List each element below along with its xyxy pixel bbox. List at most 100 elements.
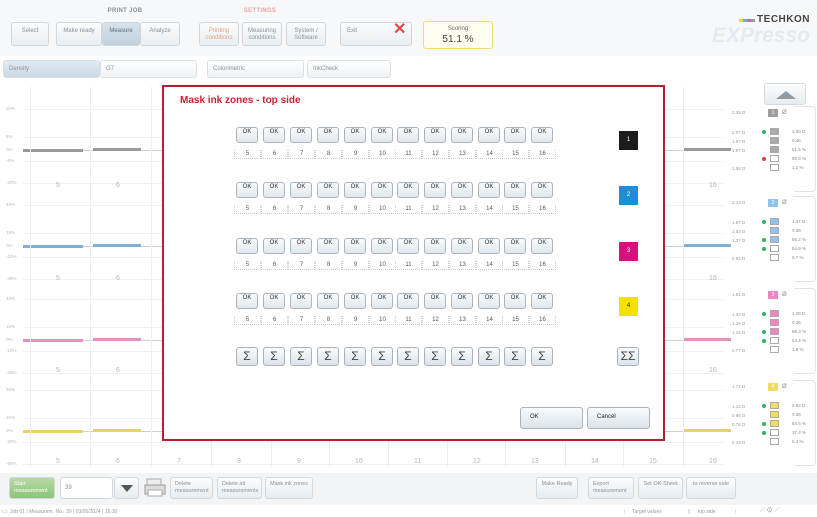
tab-printing-conditions[interactable]: Printing conditions	[199, 22, 239, 46]
zone-ok-button[interactable]: OK	[397, 182, 419, 198]
zone-sum-button[interactable]: Σ	[424, 347, 446, 366]
zone-ok-button[interactable]: OK	[451, 127, 473, 143]
tab-measure[interactable]: Measure	[102, 22, 140, 46]
zone-ok-button[interactable]: OK	[263, 238, 285, 254]
zone-ok-button[interactable]: OK	[236, 127, 258, 143]
zone-ok-button[interactable]: OK	[397, 238, 419, 254]
start-measurement-button[interactable]: Start measurement	[9, 477, 55, 499]
subtab-colorimetric[interactable]: Colorimetric	[207, 60, 304, 78]
cancel-button[interactable]: Cancel	[587, 407, 650, 429]
zone-divider	[30, 87, 31, 467]
make-ready-button[interactable]: Make Ready	[536, 477, 578, 499]
zone-ok-button[interactable]: OK	[371, 127, 393, 143]
measurement-count-field[interactable]: 39	[60, 477, 113, 499]
zone-ok-button[interactable]: OK	[290, 293, 312, 309]
zone-sum-button[interactable]: Σ	[236, 347, 258, 366]
zone-ok-button[interactable]: OK	[236, 293, 258, 309]
subtab-g7[interactable]: G7	[100, 60, 197, 78]
zone-ok-button[interactable]: OK	[317, 127, 339, 143]
export-measurement-button[interactable]: Export measurement	[588, 477, 634, 499]
tab-analyze[interactable]: Analyze	[140, 22, 180, 46]
zone-sum-button[interactable]: Σ	[504, 347, 526, 366]
zone-ok-button[interactable]: OK	[236, 238, 258, 254]
zone-label: 11	[414, 458, 422, 465]
subtab-density[interactable]: Density	[3, 60, 100, 78]
zone-ok-button[interactable]: OK	[344, 293, 366, 309]
zone-ok-button[interactable]: OK	[531, 182, 553, 198]
tab-system-software[interactable]: System / Software	[286, 22, 326, 46]
zone-sum-button[interactable]: Σ	[397, 347, 419, 366]
zone-ok-button[interactable]: OK	[504, 182, 526, 198]
exit-button[interactable]: Exit ✕	[340, 22, 412, 46]
zone-ok-button[interactable]: OK	[317, 182, 339, 198]
zone-ok-button[interactable]: OK	[424, 127, 446, 143]
zone-ok-button[interactable]: OK	[263, 293, 285, 309]
zone-ok-button[interactable]: OK	[263, 182, 285, 198]
zone-number: 9	[342, 205, 369, 214]
zone-ok-button[interactable]: OK	[531, 238, 553, 254]
techkon-logo: TECHKON EXPresso	[712, 14, 810, 52]
mask-ink-zones-button[interactable]: Mask ink zones	[265, 477, 313, 499]
zone-ok-button[interactable]: OK	[451, 238, 473, 254]
zone-ok-button[interactable]: OK	[371, 182, 393, 198]
tab-make-ready[interactable]: Make ready	[56, 22, 102, 46]
zone-ok-button[interactable]: OK	[424, 293, 446, 309]
color-swatch	[770, 328, 779, 335]
zone-ok-button[interactable]: OK	[344, 182, 366, 198]
zone-ok-button[interactable]: OK	[397, 293, 419, 309]
zone-ok-button[interactable]: OK	[371, 238, 393, 254]
tab-select[interactable]: Select	[11, 22, 49, 46]
zone-ok-button[interactable]: OK	[504, 238, 526, 254]
zone-sum-button[interactable]: Σ	[317, 347, 339, 366]
count-dropdown-button[interactable]	[114, 477, 139, 499]
metric-value: 0.39	[792, 228, 801, 233]
scroll-up-button[interactable]	[764, 83, 806, 105]
tab-measuring-conditions[interactable]: Measuring conditions	[242, 22, 282, 46]
zone-sum-button[interactable]: Σ	[478, 347, 500, 366]
zone-sum-button[interactable]: Σ	[263, 347, 285, 366]
zone-number: 16	[529, 205, 556, 214]
zone-ok-button[interactable]: OK	[478, 238, 500, 254]
zone-ok-button[interactable]: OK	[344, 238, 366, 254]
delete-measurement-button[interactable]: Delete measurement	[170, 477, 213, 499]
average-symbol: Ø	[782, 110, 787, 116]
zone-sum-button[interactable]: Σ	[371, 347, 393, 366]
zone-ok-button[interactable]: OK	[263, 127, 285, 143]
color-swatch	[770, 164, 779, 171]
delete-all-measurements-button[interactable]: Delete all measurements	[217, 477, 262, 499]
ok-button[interactable]: OK	[520, 407, 583, 429]
zone-sum-button[interactable]: Σ	[451, 347, 473, 366]
zone-sum-button[interactable]: Σ	[290, 347, 312, 366]
zone-ok-button[interactable]: OK	[290, 127, 312, 143]
zone-sum-button[interactable]: Σ	[531, 347, 553, 366]
zone-ok-button[interactable]: OK	[531, 127, 553, 143]
delete-all-label: Delete all measurements	[222, 481, 259, 494]
sum-all-button[interactable]: ΣΣ	[617, 347, 639, 366]
zone-sum-button[interactable]: Σ	[344, 347, 366, 366]
subtab-inkcheck[interactable]: InkCheck	[307, 60, 391, 78]
zone-label: 6	[116, 182, 120, 189]
set-ok-sheet-button[interactable]: Set OK-Sheet	[638, 477, 683, 499]
zone-ok-button[interactable]: OK	[317, 293, 339, 309]
zone-ok-button[interactable]: OK	[451, 182, 473, 198]
to-reverse-side-button[interactable]: to reverse side	[686, 477, 736, 499]
zone-ok-button[interactable]: OK	[317, 238, 339, 254]
zone-ok-button[interactable]: OK	[451, 293, 473, 309]
zone-ok-button[interactable]: OK	[424, 182, 446, 198]
zone-ok-button[interactable]: OK	[504, 293, 526, 309]
zone-ok-button[interactable]: OK	[236, 182, 258, 198]
zone-ok-button[interactable]: OK	[290, 182, 312, 198]
zone-ok-button[interactable]: OK	[504, 127, 526, 143]
zone-ok-button[interactable]: OK	[424, 238, 446, 254]
zone-ok-button[interactable]: OK	[478, 293, 500, 309]
zone-ok-button[interactable]: OK	[344, 127, 366, 143]
zone-ok-button[interactable]: OK	[478, 182, 500, 198]
zone-ok-button[interactable]: OK	[290, 238, 312, 254]
zone-ok-button[interactable]: OK	[397, 127, 419, 143]
zone-ok-button[interactable]: OK	[531, 293, 553, 309]
scoring-label: Scoring	[447, 26, 469, 32]
zone-ok-button[interactable]: OK	[478, 127, 500, 143]
zone-number: 6	[261, 150, 288, 159]
y-tick-label: -20%	[6, 439, 17, 444]
zone-ok-button[interactable]: OK	[371, 293, 393, 309]
